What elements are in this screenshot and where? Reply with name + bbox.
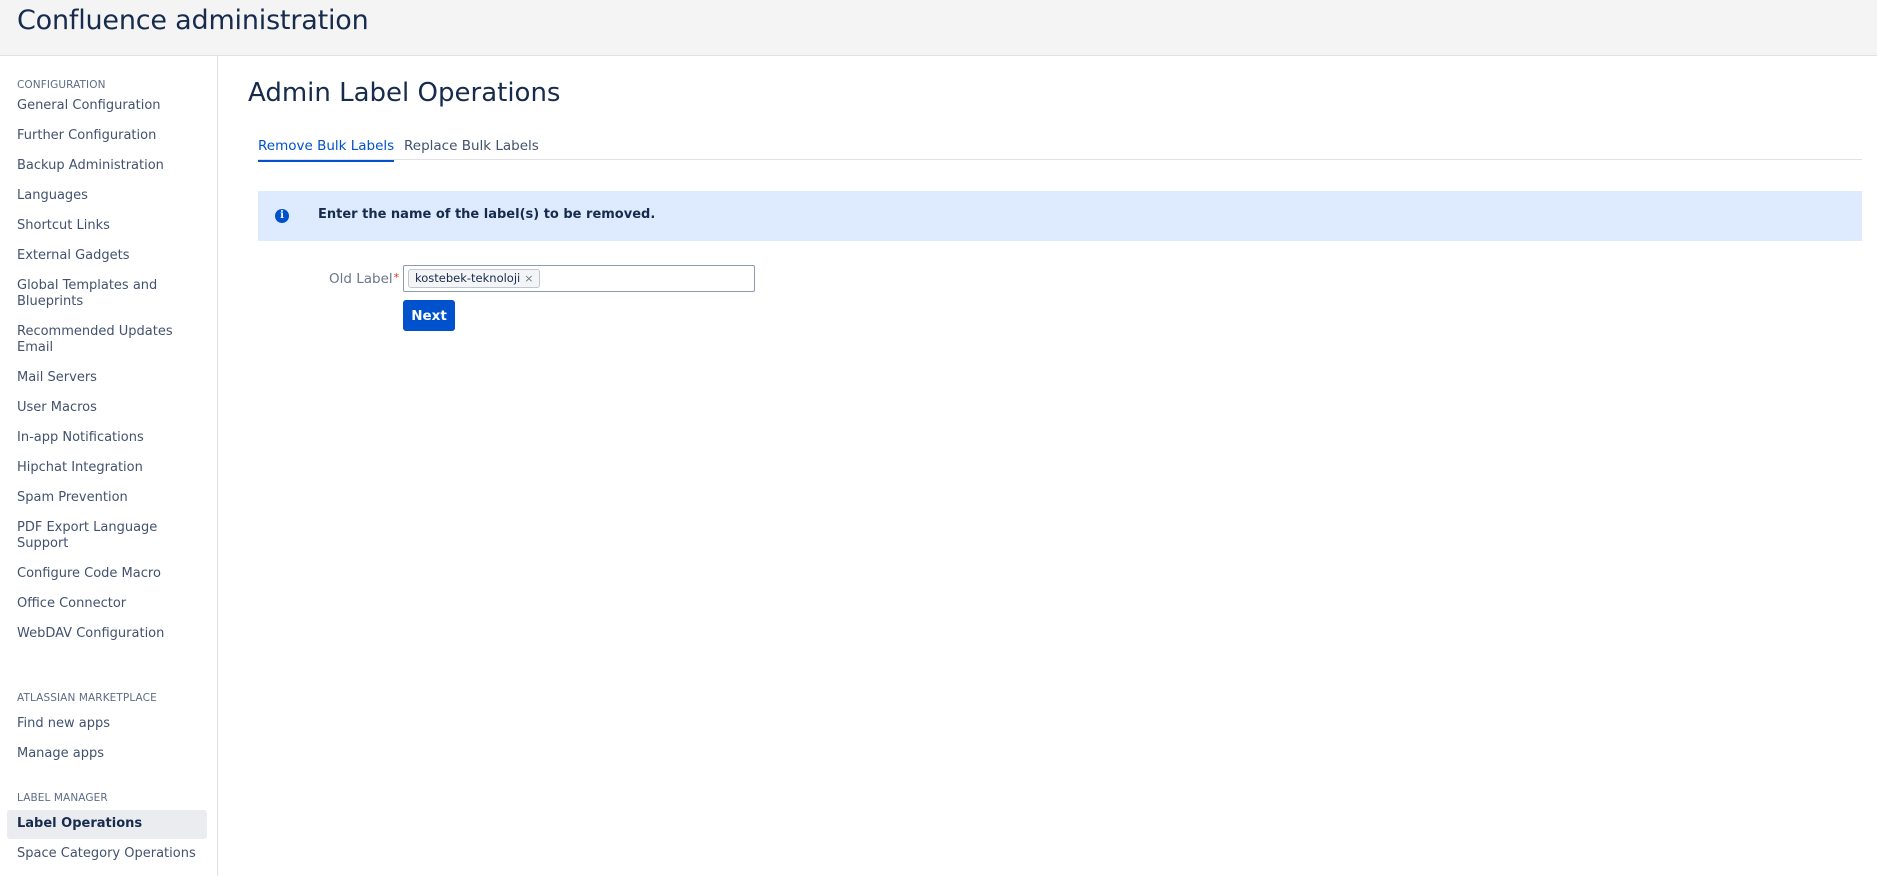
info-message-text: Enter the name of the label(s) to be rem… (318, 207, 656, 222)
page-header: Confluence administration (0, 0, 1877, 56)
next-button[interactable]: Next (403, 300, 455, 331)
sidebar-item-external-gadgets[interactable]: External Gadgets (7, 248, 207, 264)
old-label-text: Old Label (329, 271, 393, 287)
sidebar-item-find-new-apps[interactable]: Find new apps (7, 716, 207, 732)
sidebar-item-in-app-notifications[interactable]: In-app Notifications (7, 430, 207, 446)
page-title: Admin Label Operations (248, 78, 561, 108)
sidebar-item-recommended-updates-email[interactable]: Recommended Updates Email (7, 324, 207, 356)
sidebar-item-spam-prevention[interactable]: Spam Prevention (7, 490, 207, 506)
label-tag: kostebek-teknoloji × (408, 269, 541, 288)
sidebar-item-manage-apps[interactable]: Manage apps (7, 746, 207, 762)
sidebar-item-hipchat-integration[interactable]: Hipchat Integration (7, 460, 207, 476)
sidebar-section-configuration: CONFIGURATION (17, 79, 106, 91)
old-label-field-label: Old Label* (329, 271, 399, 287)
sidebar-item-global-templates[interactable]: Global Templates and Blueprints (7, 278, 207, 310)
sidebar-item-general-configuration[interactable]: General Configuration (7, 98, 207, 114)
main-content: Admin Label Operations Remove Bulk Label… (218, 56, 1877, 876)
sidebar-item-languages[interactable]: Languages (7, 188, 207, 204)
sidebar-section-label-manager: LABEL MANAGER (17, 792, 108, 804)
info-message: i Enter the name of the label(s) to be r… (258, 191, 1862, 241)
sidebar-section-marketplace: ATLASSIAN MARKETPLACE (17, 692, 157, 704)
old-label-input[interactable]: kostebek-teknoloji × (403, 265, 755, 292)
info-circle-icon: i (275, 209, 289, 223)
sidebar: CONFIGURATION General Configuration Furt… (0, 56, 218, 876)
sidebar-item-pdf-export-language-support[interactable]: PDF Export Language Support (7, 520, 207, 552)
tab-replace-bulk-labels[interactable]: Replace Bulk Labels (404, 138, 539, 160)
remove-tag-icon[interactable]: × (524, 272, 533, 285)
sidebar-item-label-operations[interactable]: Label Operations (7, 810, 207, 839)
sidebar-item-backup-administration[interactable]: Backup Administration (7, 158, 207, 174)
sidebar-item-shortcut-links[interactable]: Shortcut Links (7, 218, 207, 234)
tab-remove-bulk-labels[interactable]: Remove Bulk Labels (258, 138, 395, 162)
sidebar-item-webdav-configuration[interactable]: WebDAV Configuration (7, 626, 207, 642)
sidebar-item-mail-servers[interactable]: Mail Servers (7, 370, 207, 386)
sidebar-item-office-connector[interactable]: Office Connector (7, 596, 207, 612)
header-title: Confluence administration (17, 5, 369, 36)
sidebar-item-further-configuration[interactable]: Further Configuration (7, 128, 207, 144)
sidebar-item-user-macros[interactable]: User Macros (7, 400, 207, 416)
sidebar-item-space-category-operations[interactable]: Space Category Operations (7, 846, 207, 862)
required-marker: * (393, 271, 400, 284)
sidebar-item-configure-code-macro[interactable]: Configure Code Macro (7, 566, 207, 582)
label-tag-text: kostebek-teknoloji (415, 271, 521, 285)
